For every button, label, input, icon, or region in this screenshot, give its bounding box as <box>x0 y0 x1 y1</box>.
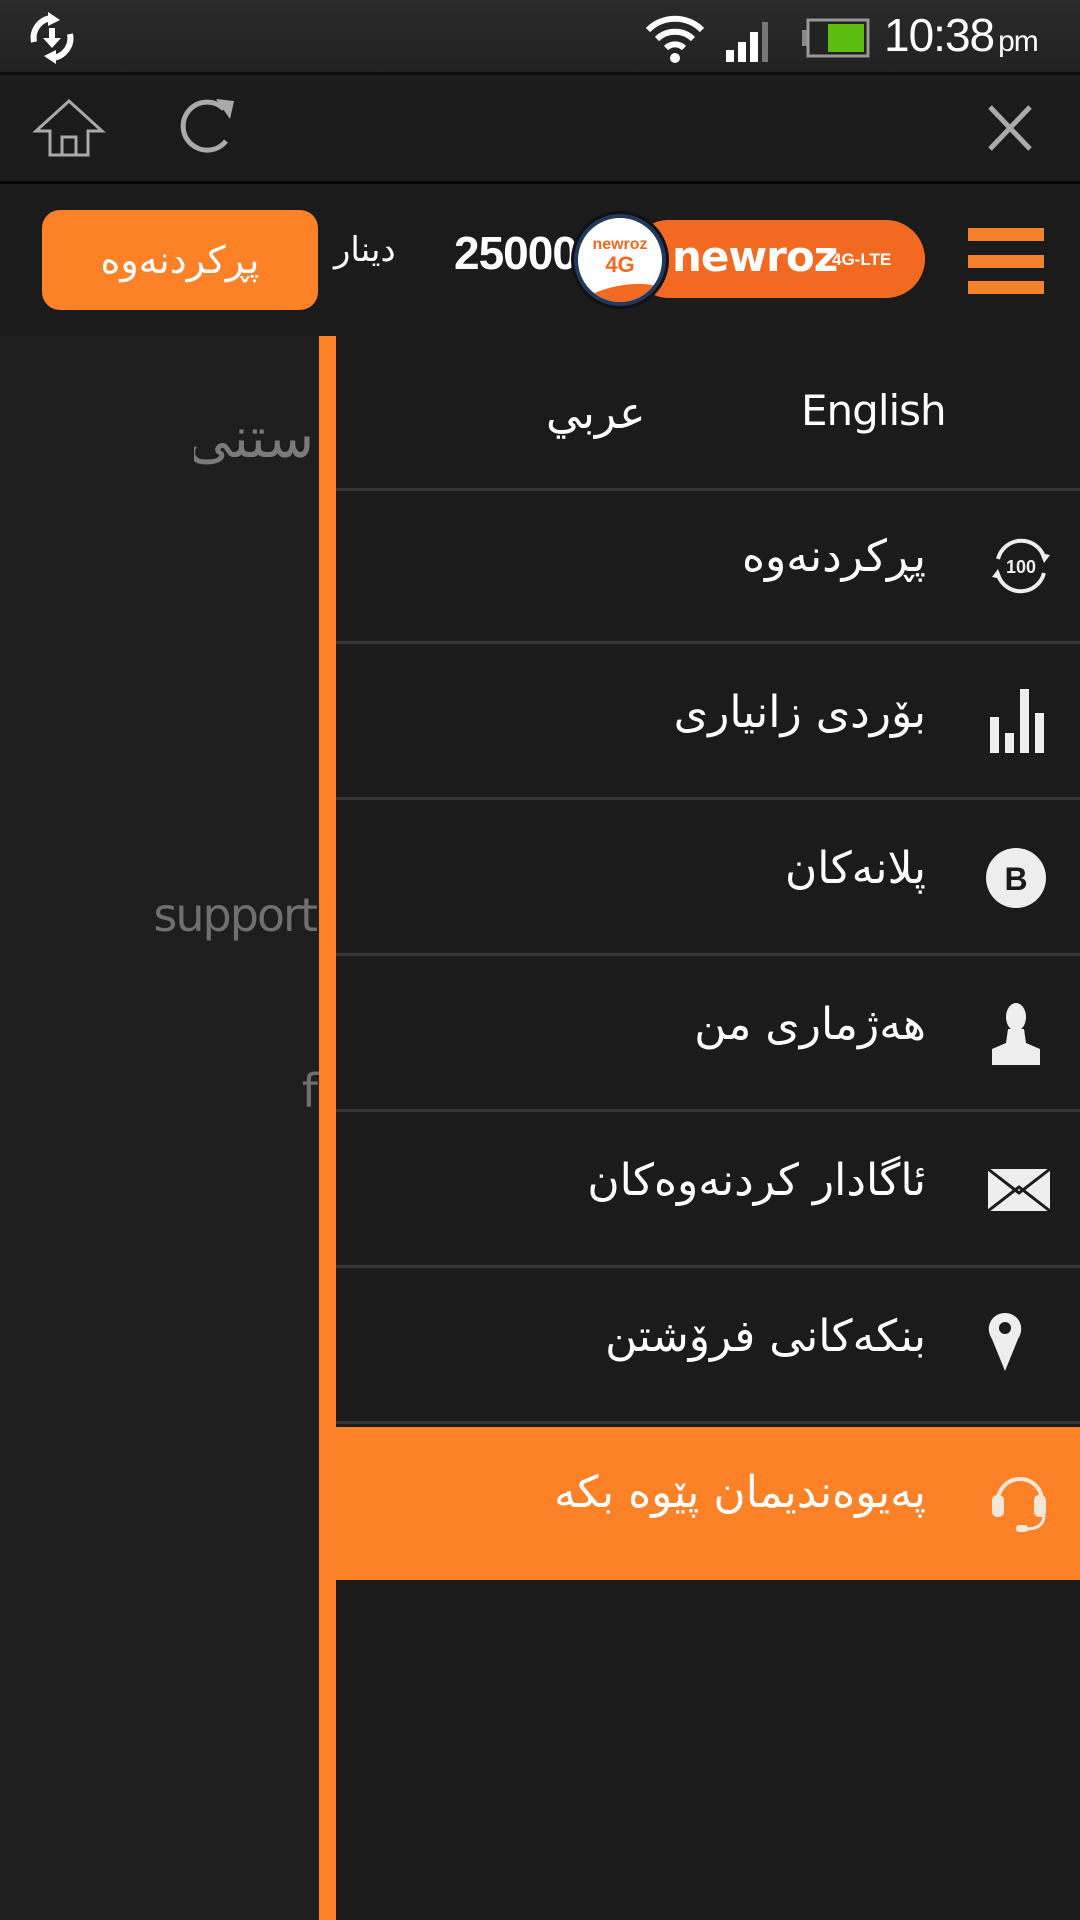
recharge-button[interactable]: پڕکردنەوە <box>42 210 318 310</box>
bar-chart-icon <box>990 689 1044 753</box>
background-page: ستنی support f <box>0 336 320 1920</box>
wifi-icon <box>645 15 705 63</box>
recharge-100-icon: 100 <box>992 538 1050 594</box>
drawer-edge <box>319 336 336 1920</box>
close-icon[interactable] <box>986 103 1034 153</box>
menu-item-sales-points[interactable]: بنکەکانی فرۆشتن <box>336 1271 1080 1424</box>
menu-item-label: پڕکردنەوە <box>741 531 926 582</box>
logo-badge-bottom: 4G <box>605 252 635 277</box>
language-arabic[interactable]: عربي <box>546 388 645 439</box>
menu-item-my-account[interactable]: هەژماری من <box>336 959 1080 1112</box>
menu-item-label: پلانەکان <box>784 843 926 894</box>
status-bar: 10:38 pm <box>0 0 1080 75</box>
map-pin-icon <box>988 1313 1022 1371</box>
clock: 10:38 pm <box>884 9 1039 61</box>
reload-icon[interactable] <box>176 95 236 157</box>
home-icon[interactable] <box>32 97 106 159</box>
plans-b-icon: B <box>986 848 1046 908</box>
browser-toolbar <box>0 75 1080 184</box>
menu-item-label: پەیوەندیمان پێوە بکە <box>553 1467 926 1518</box>
logo-brand: newroz <box>672 232 838 281</box>
user-icon <box>992 1003 1040 1065</box>
balance-value: 25000 <box>454 227 578 279</box>
menu-item-plans[interactable]: پلانەکان B <box>336 803 1080 956</box>
menu-item-label: هەژماری من <box>694 999 926 1050</box>
background-support-text: support <box>153 888 318 942</box>
background-text-fragment: f <box>301 1064 318 1118</box>
language-english[interactable]: English <box>801 386 947 435</box>
menu-item-dashboard[interactable]: بۆردی زانیاری <box>336 647 1080 800</box>
envelope-icon <box>987 1167 1051 1213</box>
currency-label: دینار <box>334 230 396 270</box>
menu-item-notifications[interactable]: ئاگادار کردنەوەکان <box>336 1115 1080 1268</box>
app-header: پڕکردنەوە دینار 25000 newroz 4G-LTE newr… <box>0 184 1080 336</box>
background-heading: ستنی <box>194 406 314 471</box>
menu-item-label: ئاگادار کردنەوەکان <box>587 1155 926 1206</box>
svg-text:100: 100 <box>1006 557 1036 577</box>
sync-icon <box>30 12 74 64</box>
menu-item-contact-us[interactable]: پەیوەندیمان پێوە بکە <box>336 1427 1080 1580</box>
language-switcher: عربي English <box>336 336 1080 491</box>
logo-suffix: 4G-LTE <box>832 250 892 269</box>
logo-badge: newroz 4G <box>574 214 666 306</box>
battery-icon <box>802 18 870 58</box>
menu-item-label: بۆردی زانیاری <box>673 687 926 738</box>
headset-icon <box>992 1477 1046 1532</box>
signal-icon <box>726 22 768 62</box>
hamburger-icon[interactable] <box>968 228 1044 294</box>
menu-item-recharge[interactable]: پڕکردنەوە 100 <box>336 491 1080 644</box>
navigation-drawer: عربي English پڕکردنەوە 100 بۆردی زانیاری… <box>336 336 1080 1920</box>
logo-swoosh <box>578 275 662 302</box>
menu-item-label: بنکەکانی فرۆشتن <box>605 1311 926 1362</box>
svg-text:B: B <box>1004 861 1027 897</box>
